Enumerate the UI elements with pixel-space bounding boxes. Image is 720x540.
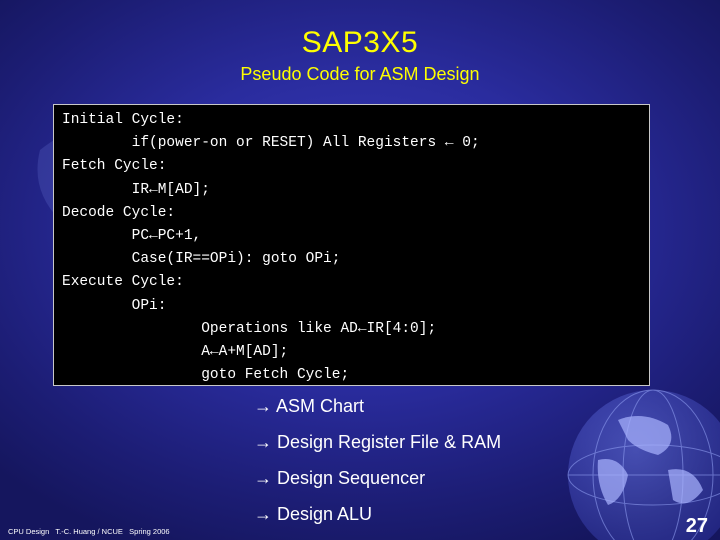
code-line: Case(IR==OPi): goto OPi;: [62, 251, 341, 268]
code-line: Initial Cycle:: [62, 112, 184, 128]
slide-subtitle: Pseudo Code for ASM Design: [240, 64, 480, 84]
code-line: if(power-on or RESET) All Registers ← 0;: [62, 135, 480, 152]
code-line: A←A+M[AD];: [62, 343, 289, 360]
footer-text: CPU Design T.-C. Huang / NCUE Spring 200…: [8, 527, 170, 536]
code-line: Operations like AD←IR[4:0];: [62, 320, 437, 337]
page-number: 27: [685, 515, 708, 537]
bullet-item: → Design ALU: [254, 504, 373, 524]
code-line: PC←PC+1,: [62, 227, 202, 244]
bullet-item: → Design Sequencer: [254, 468, 426, 488]
bullet-item: → ASM Chart: [254, 396, 365, 416]
code-line: Fetch Cycle:: [62, 158, 167, 175]
bullet-item: → Design Register File & RAM: [254, 432, 502, 452]
code-line: Execute Cycle:: [62, 274, 184, 291]
code-line: OPi:: [62, 297, 167, 314]
pseudo-code-box: Initial Cycle: if(power-on or RESET) All…: [53, 104, 650, 386]
slide-title: SAP3X5: [301, 26, 419, 59]
bullet-list: → ASM Chart → Design Register File & RAM…: [254, 393, 501, 537]
code-line: Decode Cycle:: [62, 204, 176, 221]
code-line: IR←M[AD];: [62, 181, 210, 198]
